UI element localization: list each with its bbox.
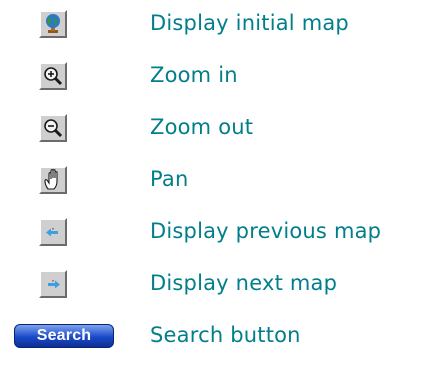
legend-row-search: Search Search button (0, 314, 440, 366)
legend-label-initial-map: Display initial map (150, 11, 349, 35)
zoom-out-button[interactable] (39, 114, 67, 142)
legend-row-zoom-out: Zoom out (0, 106, 440, 158)
legend-row-zoom-in: Zoom in (0, 54, 440, 106)
legend-label-pan: Pan (150, 167, 189, 191)
initial-map-button[interactable] (39, 10, 67, 38)
map-toolbar-legend: Display initial map Zoom in Zoom out Pan… (0, 0, 440, 376)
previous-map-arrow-icon (46, 228, 58, 237)
pan-button[interactable] (39, 166, 67, 194)
legend-label-zoom-in: Zoom in (150, 63, 238, 87)
zoom-in-icon (44, 67, 63, 86)
legend-label-previous-map: Display previous map (150, 219, 382, 243)
pan-hand-icon (44, 169, 58, 190)
next-map-button[interactable] (39, 270, 67, 298)
zoom-out-icon (44, 119, 63, 138)
legend-row-next-map: Display next map (0, 262, 440, 314)
legend-label-search: Search button (150, 323, 301, 347)
legend-row-pan: Pan (0, 158, 440, 210)
previous-map-button[interactable] (39, 218, 67, 246)
next-map-arrow-icon (48, 280, 60, 289)
search-button[interactable]: Search (14, 324, 114, 348)
globe-icon (46, 14, 60, 33)
legend-row-initial-map: Display initial map (0, 2, 440, 54)
legend-label-next-map: Display next map (150, 271, 338, 295)
legend-label-zoom-out: Zoom out (150, 115, 254, 139)
legend-row-previous-map: Display previous map (0, 210, 440, 262)
zoom-in-button[interactable] (39, 62, 67, 90)
